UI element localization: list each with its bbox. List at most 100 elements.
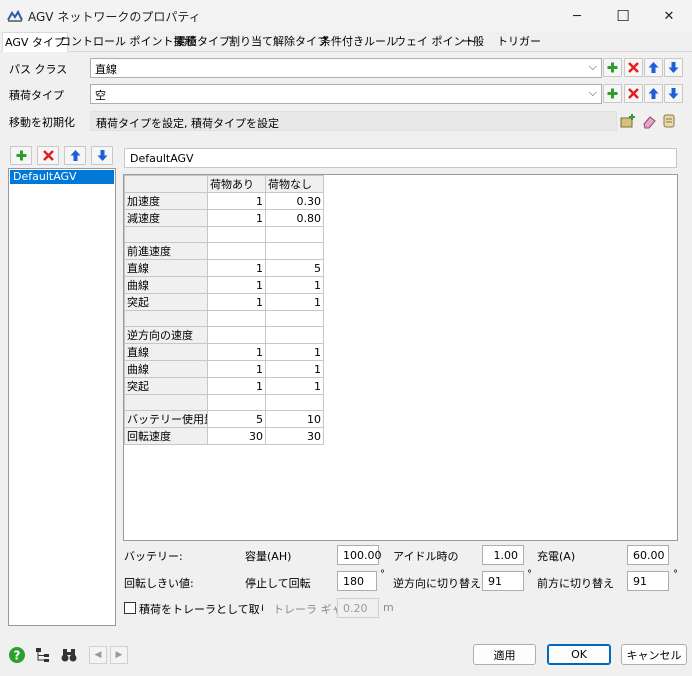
tab-deallocation-type[interactable]: 割り当て解除タイプ: [227, 32, 330, 51]
table-header-row: 荷物あり 荷物なし: [124, 175, 324, 193]
previous-button[interactable]: ◀: [89, 646, 107, 664]
switch-reverse-input[interactable]: 91: [482, 571, 524, 591]
table-row: 突起 1 1: [124, 377, 324, 395]
arrow-down-icon: [97, 150, 107, 161]
load-type-move-down-button[interactable]: [664, 84, 683, 103]
charge-input[interactable]: 60.00: [627, 545, 669, 565]
row-header: バッテリー使用量(A: [124, 410, 208, 428]
row-header: 曲線: [124, 276, 208, 294]
agv-name-input[interactable]: DefaultAGV: [124, 148, 677, 168]
switch-forward-input[interactable]: 91: [627, 571, 669, 591]
table-cell[interactable]: [207, 394, 266, 411]
travel-init-field[interactable]: 積荷タイプを設定, 積荷タイプを設定: [90, 111, 617, 131]
apply-button[interactable]: 適用: [473, 644, 536, 665]
row-header: [124, 226, 208, 243]
maximize-button[interactable]: ☐: [600, 0, 646, 32]
tab-strip: AGV タイプ コントロール ポイント接続 累積タイプ 割り当て解除タイプ 条件…: [0, 32, 692, 52]
table-cell[interactable]: 30: [207, 427, 266, 445]
table-cell[interactable]: [265, 394, 324, 411]
close-button[interactable]: ✕: [646, 0, 692, 32]
table-cell[interactable]: 1: [265, 360, 324, 378]
minimize-button[interactable]: ─: [554, 0, 600, 32]
table-cell[interactable]: 1: [207, 209, 266, 227]
table-cell[interactable]: 1: [265, 377, 324, 395]
rotation-threshold-label: 回転しきい値:: [124, 577, 194, 590]
tab-general[interactable]: 一般: [460, 32, 486, 51]
table-cell[interactable]: 1: [265, 276, 324, 294]
path-class-add-button[interactable]: [603, 58, 622, 77]
attach-trailer-checkbox[interactable]: [124, 602, 136, 614]
help-icon[interactable]: ?: [8, 646, 26, 664]
path-class-move-up-button[interactable]: [644, 58, 663, 77]
binoculars-icon[interactable]: [60, 646, 78, 664]
path-class-delete-button[interactable]: [624, 58, 643, 77]
table-row: 曲線 1 1: [124, 276, 324, 294]
table-cell[interactable]: 5: [207, 410, 266, 428]
table-cell[interactable]: 1: [207, 343, 266, 361]
stop-rotate-input[interactable]: 180: [337, 571, 377, 591]
load-type-move-up-button[interactable]: [644, 84, 663, 103]
table-cell[interactable]: 1: [265, 293, 324, 311]
window-title: AGV ネットワークのプロパティ: [28, 10, 201, 24]
agv-delete-button[interactable]: [37, 146, 59, 165]
table-cell[interactable]: 1: [265, 343, 324, 361]
table-corner: [124, 175, 208, 193]
trailer-gap-input[interactable]: 0.20: [337, 598, 379, 618]
add-trigger-icon[interactable]: [619, 112, 637, 130]
table-cell[interactable]: [207, 310, 266, 327]
table-row: [124, 310, 324, 327]
table-cell[interactable]: 0.30: [265, 192, 324, 210]
svg-text:?: ?: [14, 649, 21, 663]
table-cell[interactable]: 1: [207, 377, 266, 395]
table-cell[interactable]: [207, 226, 266, 243]
agv-move-up-button[interactable]: [64, 146, 86, 165]
agv-move-down-button[interactable]: [91, 146, 113, 165]
table-cell[interactable]: 5: [265, 259, 324, 277]
table-cell[interactable]: 1: [207, 259, 266, 277]
script-scroll-icon[interactable]: [660, 112, 678, 130]
table-cell[interactable]: 1: [207, 360, 266, 378]
row-header: 直線: [124, 343, 208, 361]
agv-type-list[interactable]: DefaultAGV: [8, 168, 116, 626]
table-cell[interactable]: [265, 226, 324, 243]
path-class-value: 直線: [95, 63, 117, 76]
tab-triggers[interactable]: トリガー: [495, 32, 543, 51]
agv-add-button[interactable]: [10, 146, 32, 165]
capacity-input[interactable]: 100.00: [337, 545, 382, 565]
tab-conditional-rules[interactable]: 条件付きルール: [318, 32, 399, 51]
path-class-move-down-button[interactable]: [664, 58, 683, 77]
row-header: 突起: [124, 293, 208, 311]
ok-button[interactable]: OK: [547, 644, 611, 665]
idle-input[interactable]: 1.00: [482, 545, 524, 565]
table-cell[interactable]: [265, 326, 324, 344]
table-cell[interactable]: [207, 326, 266, 344]
table-cell[interactable]: [265, 242, 324, 260]
row-header: 曲線: [124, 360, 208, 378]
list-item[interactable]: DefaultAGV: [10, 170, 114, 184]
tab-accumulation-type[interactable]: 累積タイプ: [173, 32, 232, 51]
row-header: 前進速度: [124, 242, 208, 260]
travel-init-label: 移動を初期化: [9, 116, 75, 129]
table-cell[interactable]: [207, 242, 266, 260]
delete-x-icon: [628, 62, 639, 73]
table-cell[interactable]: 1: [207, 192, 266, 210]
arrow-up-icon: [648, 88, 659, 99]
table-cell[interactable]: [265, 310, 324, 327]
table-row: 逆方向の速度: [124, 326, 324, 344]
table-cell[interactable]: 0.80: [265, 209, 324, 227]
table-row: 加速度 1 0.30: [124, 192, 324, 210]
table-cell[interactable]: 10: [265, 410, 324, 428]
load-type-delete-button[interactable]: [624, 84, 643, 103]
eraser-icon[interactable]: [640, 112, 658, 130]
tree-view-icon[interactable]: [34, 646, 52, 664]
load-type-add-button[interactable]: [603, 84, 622, 103]
load-type-select[interactable]: 空 ⌵: [90, 84, 602, 104]
table-cell[interactable]: 1: [207, 293, 266, 311]
cancel-button[interactable]: キャンセル: [621, 644, 687, 665]
next-button[interactable]: ▶: [110, 646, 128, 664]
stop-rotate-label: 停止して回転: [245, 577, 311, 590]
table-cell[interactable]: 30: [265, 427, 324, 445]
column-header-loaded: 荷物あり: [207, 175, 266, 193]
table-cell[interactable]: 1: [207, 276, 266, 294]
path-class-select[interactable]: 直線 ⌵: [90, 58, 602, 78]
